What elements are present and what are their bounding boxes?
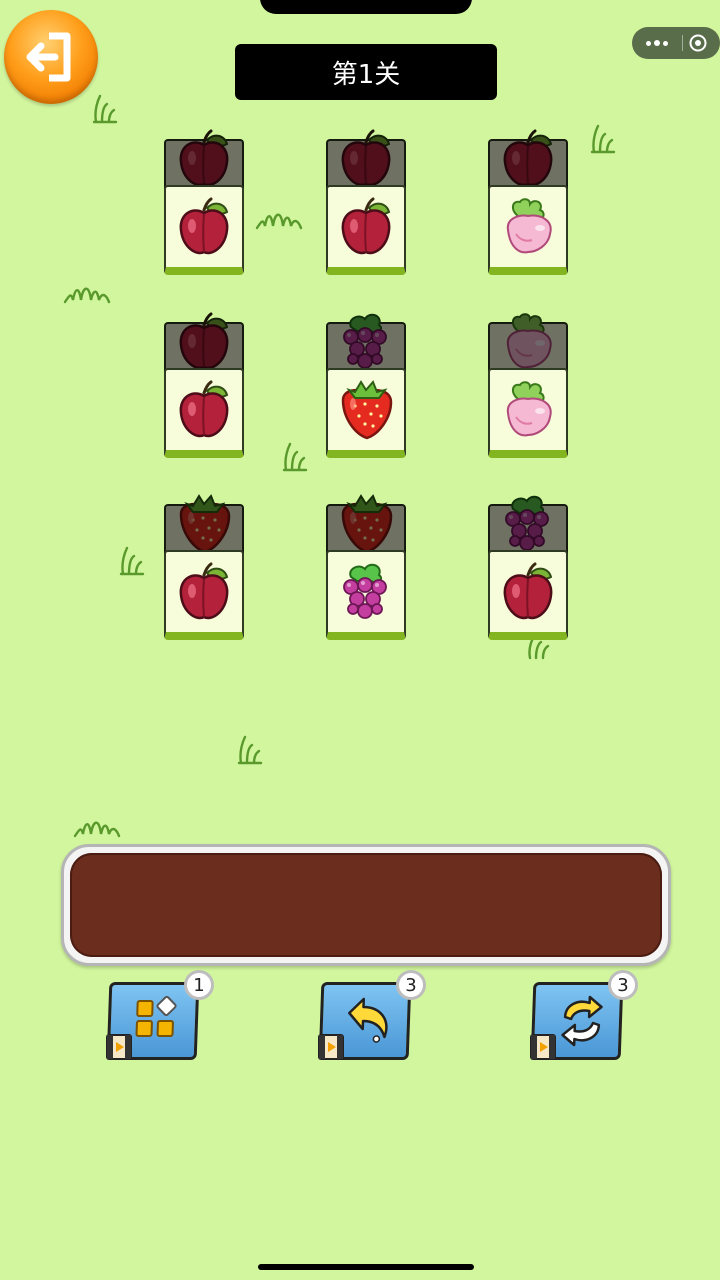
home-indicator xyxy=(258,1264,474,1270)
tile-plum[interactable] xyxy=(164,550,244,640)
plum-icon xyxy=(179,197,229,255)
close-target-icon[interactable] xyxy=(688,33,708,53)
grass-icon xyxy=(119,546,145,576)
tile-face xyxy=(488,368,568,458)
strawberry-icon xyxy=(341,494,393,554)
video-ad-icon xyxy=(106,1034,132,1060)
radish-icon xyxy=(506,381,552,437)
radish-icon xyxy=(506,198,552,254)
tile-radish[interactable] xyxy=(488,185,568,275)
video-ad-icon xyxy=(530,1034,556,1060)
plum-icon xyxy=(341,197,391,255)
tile-plum[interactable] xyxy=(164,185,244,275)
tile-strawberry[interactable] xyxy=(326,368,406,458)
strawberry-icon xyxy=(179,494,231,554)
grass-icon xyxy=(255,213,303,230)
grass-icon xyxy=(282,442,308,472)
tile-face xyxy=(326,550,406,640)
grape-icon xyxy=(505,495,549,551)
undo-button[interactable]: 3 xyxy=(318,970,426,1064)
tile-face xyxy=(488,550,568,640)
more-menu-icon[interactable] xyxy=(642,34,672,52)
tile-face xyxy=(326,368,406,458)
plum-icon xyxy=(179,380,229,438)
video-ad-icon xyxy=(318,1034,344,1060)
tile-face xyxy=(488,185,568,275)
blocks-icon xyxy=(135,995,177,1037)
grass-icon xyxy=(590,124,616,154)
tool-count-badge: 1 xyxy=(184,970,214,1000)
grass-icon xyxy=(237,735,263,765)
tile-face xyxy=(326,185,406,275)
phone-notch xyxy=(260,0,472,14)
plum-icon xyxy=(341,129,391,187)
tile-plum[interactable] xyxy=(164,368,244,458)
exit-icon xyxy=(26,32,71,82)
tool-count-badge: 3 xyxy=(608,970,638,1000)
strawberry-icon xyxy=(341,380,393,440)
tile-grape[interactable] xyxy=(326,550,406,640)
swap-button[interactable]: 3 xyxy=(530,970,638,1064)
radish-icon xyxy=(506,313,552,369)
tile-radish[interactable] xyxy=(488,368,568,458)
miniprogram-capsule xyxy=(632,27,720,59)
tile-tray-slots xyxy=(70,853,662,957)
tile-tray xyxy=(61,844,671,966)
exit-button[interactable] xyxy=(4,10,98,104)
plum-icon xyxy=(179,312,229,370)
tile-face xyxy=(164,368,244,458)
grape-icon xyxy=(343,563,387,619)
tile-plum[interactable] xyxy=(488,550,568,640)
swap-arrows-icon xyxy=(561,995,603,1047)
plum-icon xyxy=(179,562,229,620)
grass-icon xyxy=(92,94,118,124)
tool-count-badge: 3 xyxy=(396,970,426,1000)
tile-face xyxy=(164,185,244,275)
capsule-divider xyxy=(682,35,683,51)
grape-icon xyxy=(343,313,387,369)
tile-face xyxy=(164,550,244,640)
level-title: 第1关 xyxy=(235,44,497,100)
grass-icon xyxy=(63,287,111,304)
undo-arrow-icon xyxy=(348,997,388,1043)
shuffle-tiles-button[interactable]: 1 xyxy=(106,970,214,1064)
tile-plum[interactable] xyxy=(326,185,406,275)
plum-icon xyxy=(503,129,553,187)
grass-icon xyxy=(73,821,121,838)
plum-icon xyxy=(179,129,229,187)
plum-icon xyxy=(503,562,553,620)
